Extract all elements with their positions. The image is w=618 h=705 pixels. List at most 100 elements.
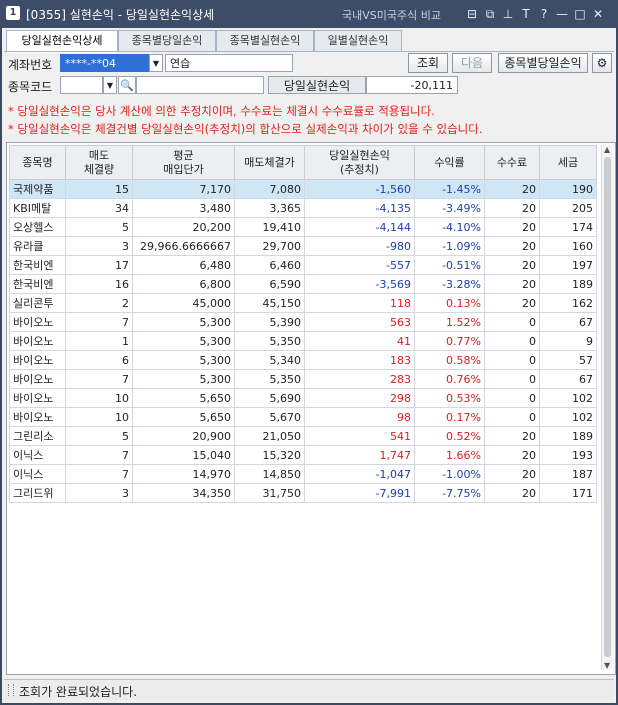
tab-realized-pnl-by-stock[interactable]: 종목별실현손익 (216, 30, 314, 52)
col-stock-name-cell: 국제약품 (9, 179, 66, 199)
col-sell-price-cell: 21,050 (234, 426, 305, 446)
col-realized-pnl-cell: 283 (304, 369, 415, 389)
col-sell-qty-cell: 5 (65, 217, 133, 237)
font-size-icon[interactable]: T (517, 5, 535, 23)
col-return-rate-cell: 0.53% (414, 388, 485, 408)
col-stock-name-cell: 바이오노 (9, 312, 66, 332)
window-number-badge: 1 (6, 6, 20, 20)
table-body: 국제약품 15 7,170 7,080 -1,560 -1.45% 20 190 KBI메탈 34… (9, 179, 597, 503)
col-fee-cell: 20 (484, 293, 540, 313)
header-label: 수익률 (434, 155, 465, 169)
col-fee-cell: 20 (484, 217, 540, 237)
col-sell-qty-header[interactable]: 매도 체결량 (65, 145, 133, 180)
tab-daily-pnl-by-stock[interactable]: 종목별당일손익 (118, 30, 216, 52)
col-return-rate-cell: 0.17% (414, 407, 485, 427)
table-row[interactable]: 바이오노 6 5,300 5,340 183 0.58% 0 57 (9, 350, 597, 370)
col-return-rate-cell: 0.52% (414, 426, 485, 446)
col-stock-name-cell: 한국비엔 (9, 274, 66, 294)
stock-search-button[interactable]: 🔍 (118, 76, 136, 94)
settings-button[interactable]: ⚙ (592, 53, 612, 73)
col-sell-qty-cell: 7 (65, 445, 133, 465)
table-row[interactable]: 그린리소 5 20,900 21,050 541 0.52% 20 189 (9, 426, 597, 446)
col-return-rate-cell: 0.58% (414, 350, 485, 370)
account-dropdown-button[interactable]: ▼ (149, 54, 163, 72)
table-row[interactable]: 바이오노 7 5,300 5,350 283 0.76% 0 67 (9, 369, 597, 389)
col-return-rate-cell: 1.66% (414, 445, 485, 465)
stock-code-dropdown-button[interactable]: ▼ (103, 76, 117, 94)
col-sell-price-cell: 14,850 (234, 464, 305, 484)
table-row[interactable]: 그리드위 3 34,350 31,750 -7,991 -7.75% 20 171 (9, 483, 597, 503)
col-sell-qty-cell: 5 (65, 426, 133, 446)
minimize-icon[interactable]: — (553, 5, 571, 23)
col-sell-qty-cell: 7 (65, 312, 133, 332)
header-label: 체결량 (83, 162, 115, 176)
table-row[interactable]: KBI메탈 34 3,480 3,365 -4,135 -3.49% 20 205 (9, 198, 597, 218)
col-return-rate-cell: -7.75% (414, 483, 485, 503)
realized-pnl-grid[interactable]: 종목명 매도 체결량 평균 매입단가 매도체결가 당일실현손익 (추정치) 수익률 수수료 세금 국… (6, 142, 616, 675)
col-realized-pnl-cell: -7,991 (304, 483, 415, 503)
col-return-rate-cell: -1.45% (414, 179, 485, 199)
vertical-scrollbar[interactable]: ▲ ▼ (601, 145, 614, 670)
table-row[interactable]: 이닉스 7 15,040 15,320 1,747 1.66% 20 193 (9, 445, 597, 465)
scroll-down-icon[interactable]: ▼ (604, 661, 610, 670)
col-sell-qty-cell: 15 (65, 179, 133, 199)
col-fee-header[interactable]: 수수료 (484, 145, 540, 180)
pin-icon[interactable]: ⊥ (499, 5, 517, 23)
table-row[interactable]: 한국비엔 17 6,480 6,460 -557 -0.51% 20 197 (9, 255, 597, 275)
account-number-input[interactable]: ****-**04 (60, 54, 149, 72)
table-row[interactable]: 바이오노 1 5,300 5,350 41 0.77% 0 9 (9, 331, 597, 351)
copy-window-icon[interactable]: ⧉ (481, 5, 499, 23)
col-avg-buy-price-header[interactable]: 평균 매입단가 (132, 145, 235, 180)
table-row[interactable]: 이닉스 7 14,970 14,850 -1,047 -1.00% 20 187 (9, 464, 597, 484)
scrollbar-thumb[interactable] (604, 157, 611, 657)
col-stock-name-cell: 바이오노 (9, 388, 66, 408)
col-tax-header[interactable]: 세금 (539, 145, 597, 180)
col-fee-cell: 20 (484, 426, 540, 446)
daily-pnl-by-stock-button[interactable]: 종목별당일손익 (498, 53, 588, 73)
col-stock-name-cell: 오상헬스 (9, 217, 66, 237)
scroll-up-icon[interactable]: ▲ (604, 145, 610, 154)
col-sell-price-cell: 45,150 (234, 293, 305, 313)
table-row[interactable]: 바이오노 10 5,650 5,690 298 0.53% 0 102 (9, 388, 597, 408)
stock-code-input[interactable] (60, 76, 103, 94)
close-icon[interactable]: ✕ (589, 5, 607, 23)
col-tax-cell: 160 (539, 236, 597, 256)
header-label: 수수료 (496, 155, 528, 169)
col-sell-price-header[interactable]: 매도체결가 (234, 145, 305, 180)
header-label: 세금 (557, 155, 579, 169)
table-row[interactable]: 바이오노 10 5,650 5,670 98 0.17% 0 102 (9, 407, 597, 427)
col-stock-name-cell: 한국비엔 (9, 255, 66, 275)
header-label: 평균 (173, 148, 194, 162)
col-realized-pnl-header[interactable]: 당일실현손익 (추정치) (304, 145, 415, 180)
maximize-icon[interactable]: □ (571, 5, 589, 23)
tab-daily-realized-detail[interactable]: 당일실현손익상세 (6, 30, 118, 53)
table-row[interactable]: 한국비엔 16 6,800 6,590 -3,569 -3.28% 20 189 (9, 274, 597, 294)
title-bar-controls: ⊟ ⧉ ⊥ T? — □ ✕ (463, 5, 607, 23)
table-row[interactable]: 유라클 3 29,966.6666667 29,700 -980 -1.09% 20 160 (9, 236, 597, 256)
domestic-vs-us-compare-link[interactable]: 국내VS미국주식 비교 (342, 7, 441, 23)
col-avg-buy-price-cell: 5,300 (132, 312, 235, 332)
daily-pnl-label: 당일실현손익 (268, 76, 366, 94)
query-button[interactable]: 조회 (408, 53, 448, 73)
table-row[interactable]: 바이오노 7 5,300 5,390 563 1.52% 0 67 (9, 312, 597, 332)
tab-daily-realized-pnl[interactable]: 일별실현손익 (314, 30, 402, 52)
next-button[interactable]: 다음 (452, 53, 492, 73)
col-return-rate-header[interactable]: 수익률 (414, 145, 485, 180)
window-body: 당일실현손익상세 종목별당일손익 종목별실현손익 일별실현손익 계좌번호 ***… (2, 28, 616, 703)
table-header-row: 종목명 매도 체결량 평균 매입단가 매도체결가 당일실현손익 (추정치) 수익률 수수료 세금 (9, 145, 597, 180)
col-tax-cell: 189 (539, 426, 597, 446)
table-row[interactable]: 오상헬스 5 20,200 19,410 -4,144 -4.10% 20 174 (9, 217, 597, 237)
table-row[interactable]: 실리콘투 2 45,000 45,150 118 0.13% 20 162 (9, 293, 597, 313)
restore-icon[interactable]: ⊟ (463, 5, 481, 23)
table-row[interactable]: 국제약품 15 7,170 7,080 -1,560 -1.45% 20 190 (9, 179, 597, 199)
col-stock-name-cell: 바이오노 (9, 407, 66, 427)
grip-icon (8, 684, 14, 696)
status-message: 조회가 완료되었습니다. (19, 685, 138, 699)
col-stock-name-header[interactable]: 종목명 (9, 145, 66, 180)
col-return-rate-cell: -4.10% (414, 217, 485, 237)
col-realized-pnl-cell: 183 (304, 350, 415, 370)
help-icon[interactable]: ? (535, 5, 553, 23)
col-return-rate-cell: -0.51% (414, 255, 485, 275)
col-tax-cell: 162 (539, 293, 597, 313)
col-fee-cell: 0 (484, 407, 540, 427)
